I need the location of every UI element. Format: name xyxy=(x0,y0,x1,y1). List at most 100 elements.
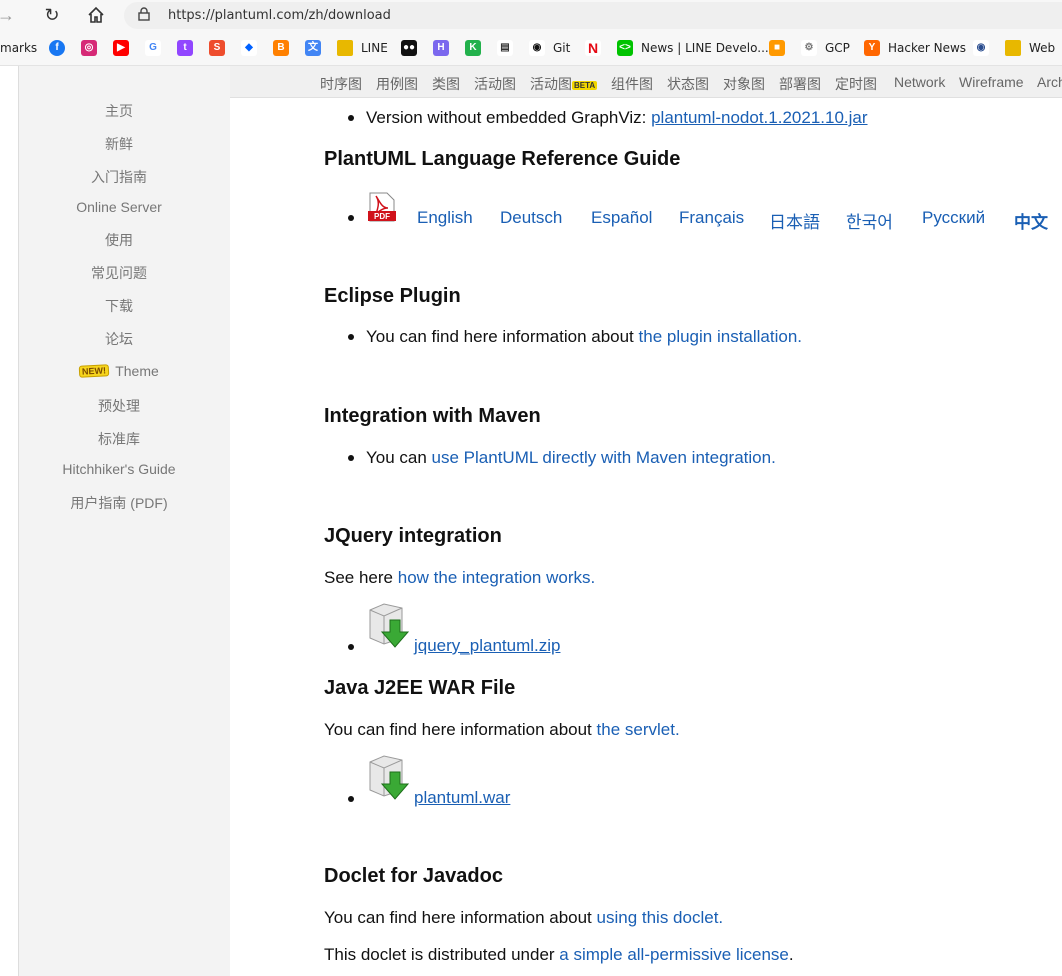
reload-icon[interactable]: ↻ xyxy=(40,4,64,26)
google-icon[interactable]: G xyxy=(145,40,161,56)
bookmark-label[interactable]: marks xyxy=(0,39,37,57)
sidebar-item-user-guide-pdf[interactable]: 用户指南 (PDF) xyxy=(19,493,219,513)
sidebar-item-stdlib[interactable]: 标准库 xyxy=(19,429,219,449)
lang-french-link[interactable]: Français xyxy=(679,208,744,228)
h-icon[interactable]: H xyxy=(433,40,449,56)
blogger-icon[interactable]: B xyxy=(273,40,289,56)
folder-icon[interactable] xyxy=(337,40,353,56)
topnav-component[interactable]: 组件图 xyxy=(611,74,653,94)
sidebar-item-usage[interactable]: 使用 xyxy=(19,230,219,250)
sidebar-item-forum[interactable]: 论坛 xyxy=(19,329,219,349)
pdf-icon: PDF xyxy=(368,192,396,222)
lang-korean-link[interactable]: 한국어 xyxy=(846,208,893,233)
war-file-link[interactable]: plantuml.war xyxy=(414,788,510,808)
bookmark-label[interactable]: News | LINE Develo... xyxy=(641,39,769,57)
list-item-nodot: Version without embedded GraphViz: plant… xyxy=(366,108,868,128)
lang-german-link[interactable]: Deutsch xyxy=(500,208,562,228)
url-field[interactable]: https://plantuml.com/zh/download xyxy=(124,2,1062,29)
jquery-text: See here how the integration works. xyxy=(324,568,595,588)
facebook-icon[interactable]: f xyxy=(49,40,65,56)
hackernews-icon[interactable]: Y xyxy=(864,40,880,56)
topnav-deployment[interactable]: 部署图 xyxy=(779,74,821,94)
topnav-object[interactable]: 对象图 xyxy=(723,74,765,94)
lang-chinese-link[interactable]: 中文 xyxy=(1014,208,1048,233)
list-bullet xyxy=(348,455,354,461)
bookmark-label[interactable]: LINE xyxy=(361,39,388,57)
sidebar-item-preprocessing[interactable]: 预处理 xyxy=(19,396,219,416)
sidebar-item-theme[interactable]: NEW! Theme xyxy=(19,363,219,379)
reference-guide-heading: PlantUML Language Reference Guide xyxy=(324,148,681,170)
folder-icon[interactable] xyxy=(1005,40,1021,56)
doclet-link[interactable]: using this doclet. xyxy=(597,908,724,927)
topnav-sequence[interactable]: 时序图 xyxy=(320,74,362,94)
bookmark-label[interactable]: GCP xyxy=(825,39,850,57)
doclet-heading: Doclet for Javadoc xyxy=(324,865,503,887)
servlet-link[interactable]: the servlet. xyxy=(597,720,680,739)
topnav-activity[interactable]: 活动图 xyxy=(474,74,516,94)
list-bullet xyxy=(348,115,354,121)
bookmark-label[interactable]: Hacker News xyxy=(888,39,966,57)
license-suffix: . xyxy=(788,945,794,964)
topnav-timing[interactable]: 定时图 xyxy=(835,74,877,94)
sidebar-item-faq[interactable]: 常见问题 xyxy=(19,263,219,283)
plugin-installation-link[interactable]: the plugin installation. xyxy=(639,327,803,346)
lang-spanish-link[interactable]: Español xyxy=(591,208,652,228)
list-bullet xyxy=(348,215,354,221)
eclipse-prefix: You can find here information about xyxy=(366,327,639,346)
sidebar-item-home[interactable]: 主页 xyxy=(19,101,219,121)
bookmarks-bar: marks f ◎ ▶ G t S ◆ B 文 LINE ●● H K ▤ ◉ … xyxy=(0,31,1062,66)
bookmark-label[interactable]: Git xyxy=(553,39,570,57)
jquery-heading: JQuery integration xyxy=(324,525,502,547)
url-text: https://plantuml.com/zh/download xyxy=(168,8,391,23)
sidebar-item-news[interactable]: 新鲜 xyxy=(19,134,219,154)
lang-japanese-link[interactable]: 日本語 xyxy=(769,208,820,233)
dropbox-icon[interactable]: ◆ xyxy=(241,40,257,56)
box-icon[interactable]: ■ xyxy=(769,40,785,56)
k-icon[interactable]: K xyxy=(465,40,481,56)
lang-english-link[interactable]: English xyxy=(417,208,473,228)
doc-icon[interactable]: ▤ xyxy=(497,40,513,56)
topnav-activity-beta[interactable]: 活动图 BETA xyxy=(530,74,598,94)
github-icon[interactable]: ◉ xyxy=(529,40,545,56)
shopee-icon[interactable]: S xyxy=(209,40,225,56)
top-nav: 时序图 用例图 类图 活动图 活动图 BETA 组件图 状态图 对象图 部署图 定… xyxy=(230,66,1062,98)
jquery-integration-link[interactable]: how the integration works. xyxy=(398,568,596,587)
line-dev-icon[interactable]: <> xyxy=(617,40,633,56)
nodot-download-link[interactable]: plantuml-nodot.1.2021.10.jar xyxy=(651,108,867,127)
netflix-icon[interactable]: N xyxy=(585,40,601,56)
topnav-class[interactable]: 类图 xyxy=(432,74,460,94)
topnav-wireframe[interactable]: Wireframe xyxy=(959,74,1024,90)
eye-icon[interactable]: ◉ xyxy=(973,40,989,56)
license-link[interactable]: a simple all-permissive license xyxy=(559,945,789,964)
list-bullet xyxy=(348,796,354,802)
medium-icon[interactable]: ●● xyxy=(401,40,417,56)
youtube-icon[interactable]: ▶ xyxy=(113,40,129,56)
jquery-zip-link[interactable]: jquery_plantuml.zip xyxy=(414,636,560,656)
sidebar-item-getting-started[interactable]: 入门指南 xyxy=(19,167,219,187)
sidebar-item-download[interactable]: 下载 xyxy=(19,296,219,316)
maven-text: You can use PlantUML directly with Maven… xyxy=(366,448,776,468)
sidebar: 主页 新鲜 入门指南 Online Server 使用 常见问题 下载 论坛 N… xyxy=(19,66,229,976)
sidebar-item-hitchhikers-guide[interactable]: Hitchhiker's Guide xyxy=(19,461,219,477)
topnav-usecase[interactable]: 用例图 xyxy=(376,74,418,94)
twitch-icon[interactable]: t xyxy=(177,40,193,56)
lang-russian-link[interactable]: Русский xyxy=(922,208,985,228)
bookmark-label[interactable]: Web xyxy=(1029,39,1055,57)
doclet-prefix: You can find here information about xyxy=(324,908,597,927)
topnav-network[interactable]: Network xyxy=(894,74,945,90)
new-badge: NEW! xyxy=(78,364,110,378)
war-heading: Java J2EE WAR File xyxy=(324,677,516,699)
home-icon[interactable] xyxy=(84,4,108,26)
page-area: 主页 新鲜 入门指南 Online Server 使用 常见问题 下载 论坛 N… xyxy=(0,66,1062,976)
eclipse-text: You can find here information about the … xyxy=(366,327,802,347)
topnav-state[interactable]: 状态图 xyxy=(667,74,709,94)
forward-icon[interactable]: → xyxy=(0,4,18,26)
maven-integration-link[interactable]: use PlantUML directly with Maven integra… xyxy=(432,448,776,467)
topnav-archimate[interactable]: Arch xyxy=(1037,74,1062,90)
page-left-edge xyxy=(0,66,19,976)
pdf-label: PDF xyxy=(374,212,390,221)
translate-icon[interactable]: 文 xyxy=(305,40,321,56)
sidebar-item-online-server[interactable]: Online Server xyxy=(19,199,219,215)
gcp-icon[interactable]: ⚙ xyxy=(801,40,817,56)
instagram-icon[interactable]: ◎ xyxy=(81,40,97,56)
